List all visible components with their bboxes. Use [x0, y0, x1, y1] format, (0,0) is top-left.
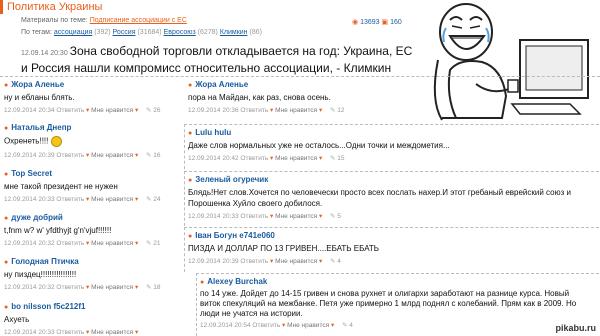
- thumb-icon[interactable]: ✎: [146, 152, 151, 159]
- headline-line: Зона свободной торговли откладывается на…: [69, 44, 413, 58]
- comment-frame: [196, 273, 599, 336]
- like-button[interactable]: Мне нравится: [275, 107, 317, 114]
- eye-icon: ◉: [352, 19, 359, 26]
- comment-time: 12.09.2014 20:32: [4, 284, 55, 291]
- comment-frame: [184, 124, 599, 169]
- comment-footer: 12.09.2014 20:32 Ответить ▾ Мне нравится…: [4, 240, 161, 247]
- tag-link[interactable]: Евросоюз: [164, 29, 196, 36]
- thumb-icon[interactable]: ✎: [146, 240, 151, 247]
- tag-count: (31684): [137, 29, 162, 36]
- comment: ● Жора Аленье пора на Майдан, как раз, сн…: [188, 80, 418, 114]
- comment-author[interactable]: Голодная Птичка: [11, 257, 79, 266]
- tag-link[interactable]: ассоциация: [54, 29, 92, 36]
- comment: ● Голодная Птичка ну пиздец!!!!!!!!!!!!!!…: [4, 257, 184, 291]
- comment-text: мне такой президент не нужен: [4, 182, 118, 191]
- watermark: pikabu.ru: [555, 323, 596, 333]
- comment-text: пора на Майдан, как раз, снова осень.: [188, 93, 331, 102]
- right-comment-column: ● Жора Аленье пора на Майдан, как раз, сн…: [184, 80, 600, 336]
- tag-link[interactable]: Климкин: [220, 29, 248, 36]
- comment-footer: 12.09.2014 20:39 Ответить ▾ Мне нравится…: [4, 152, 161, 159]
- comment-time: 12.09.2014 20:39: [4, 152, 55, 159]
- materials-link[interactable]: Подписание ассоциации с ЕС: [90, 17, 187, 24]
- views-count: 13693: [360, 19, 380, 26]
- thumb-icon[interactable]: ✎: [146, 107, 151, 114]
- score: 16: [153, 152, 161, 159]
- comment-author[interactable]: bo nilsson f5c212f1: [11, 302, 85, 311]
- comment-footer: 12.09.2014 20:32 Ответить ▾ Мне нравится…: [4, 284, 161, 291]
- comment-author[interactable]: Жора Аленье: [11, 80, 64, 89]
- reply-link[interactable]: Ответить: [56, 152, 84, 159]
- comment-frame: [184, 171, 599, 226]
- like-button[interactable]: Мне нравится: [91, 284, 133, 291]
- thumb-icon[interactable]: ✎: [146, 196, 151, 203]
- comment-text: ну и ебланы блять.: [4, 93, 75, 102]
- tag-count: (6278): [197, 29, 218, 36]
- comment-time: 12.09.2014 20:34: [4, 107, 55, 114]
- comment: ● дуже добрий t,fnm w? w' yfdthyjt g'n'vj…: [4, 213, 184, 247]
- comment-frame: [184, 227, 599, 272]
- tags-label: По тегам:: [21, 29, 52, 36]
- comment-footer: 12.09.2014 20:33 Ответить ▾ Мне нравится…: [4, 196, 161, 203]
- score: 26: [153, 107, 161, 114]
- article-headline[interactable]: 12.09.14 20:30 Зона свободной торговли от…: [21, 44, 417, 76]
- divider: [0, 76, 600, 78]
- headline-line: и Россия нашли компромисс относительно а…: [21, 61, 392, 75]
- reply-link[interactable]: Ответить: [56, 196, 84, 203]
- comment-footer: 12.09.2014 20:34 Ответить ▾ Мне нравится…: [4, 107, 161, 114]
- tag-link[interactable]: Россия: [113, 29, 136, 36]
- comment-text: t,fnm w? w' yfdthyjt g'n'vjuf!!!!!!: [4, 226, 112, 235]
- left-comment-column: ● Жора Аленье ну и ебланы блять. 12.09.20…: [0, 80, 185, 336]
- comment-text: ну пиздец!!!!!!!!!!!!!!!!: [4, 270, 77, 279]
- section-title[interactable]: Политика Украины: [7, 1, 102, 13]
- comment: ● Top Secret мне такой президент не нужен…: [4, 169, 184, 203]
- comment: ● Lulu hulu Даже слов нормальных уже не о…: [184, 124, 600, 169]
- comment-time: 12.09.2014 20:32: [4, 240, 55, 247]
- smiley-icon: [50, 136, 62, 147]
- reply-link[interactable]: Ответить: [56, 284, 84, 291]
- score: 21: [153, 240, 161, 247]
- comment-text: Ахуеть: [4, 315, 30, 324]
- comment: ● Зеленый огуречик Блядь!Нет слов.Хочется…: [184, 171, 600, 226]
- reply-link[interactable]: Ответить: [56, 107, 84, 114]
- score: 12: [337, 107, 345, 114]
- comment-time: 12.09.2014 20:33: [4, 196, 55, 203]
- comment-icon: ▣: [381, 19, 389, 26]
- tags-row: По тегам: ассоциация (392) Россия (31684…: [21, 29, 262, 36]
- like-button[interactable]: Мне нравится: [91, 152, 133, 159]
- thumb-icon[interactable]: ✎: [330, 107, 335, 114]
- stats: ◉ 13693 ▣ 160: [352, 18, 402, 26]
- tag-count: (86): [249, 29, 262, 36]
- comment-footer: 12.09.2014 20:36 Ответить ▾ Мне нравится…: [188, 107, 345, 114]
- reply-link[interactable]: Ответить: [56, 240, 84, 247]
- comment: ● Наталья Днепр Охренеть!!!! 12.09.2014 2…: [4, 123, 184, 159]
- comment: ● Alexey Burchak по 14 уже. Дойдет до 14-…: [196, 273, 600, 336]
- reply-link[interactable]: Ответить: [240, 107, 268, 114]
- comment-time: 12.09.2014 20:36: [188, 107, 239, 114]
- materials-row: Материалы по теме: Подписание ассоциации…: [21, 17, 187, 24]
- comment-author[interactable]: Наталья Днепр: [11, 123, 71, 132]
- comment-text: Охренеть!!!!: [4, 136, 49, 146]
- like-button[interactable]: Мне нравится: [91, 107, 133, 114]
- score: 24: [153, 196, 161, 203]
- thumb-icon[interactable]: ✎: [146, 284, 151, 291]
- like-button[interactable]: Мне нравится: [91, 196, 133, 203]
- tag-count: (392): [94, 29, 111, 36]
- comments-count[interactable]: 160: [390, 19, 402, 26]
- comment: ● Жора Аленье ну и ебланы блять. 12.09.20…: [4, 80, 184, 114]
- section-marker: [0, 0, 3, 14]
- article-timestamp: 12.09.14 20:30: [21, 50, 68, 57]
- materials-label: Материалы по теме:: [21, 17, 88, 24]
- like-button[interactable]: Мне нравится: [91, 240, 133, 247]
- score: 18: [153, 284, 161, 291]
- comment-author[interactable]: Жора Аленье: [195, 80, 248, 89]
- comment: ● bo nilsson f5c212f1 Ахуеть 12.09.2014 2…: [4, 302, 184, 336]
- comment-author[interactable]: дуже добрий: [11, 213, 63, 222]
- comment-author[interactable]: Top Secret: [11, 169, 52, 178]
- comment: ● Іван Богун e741e060 ПИЗДА И ДОЛЛАР ПО 1…: [184, 227, 600, 272]
